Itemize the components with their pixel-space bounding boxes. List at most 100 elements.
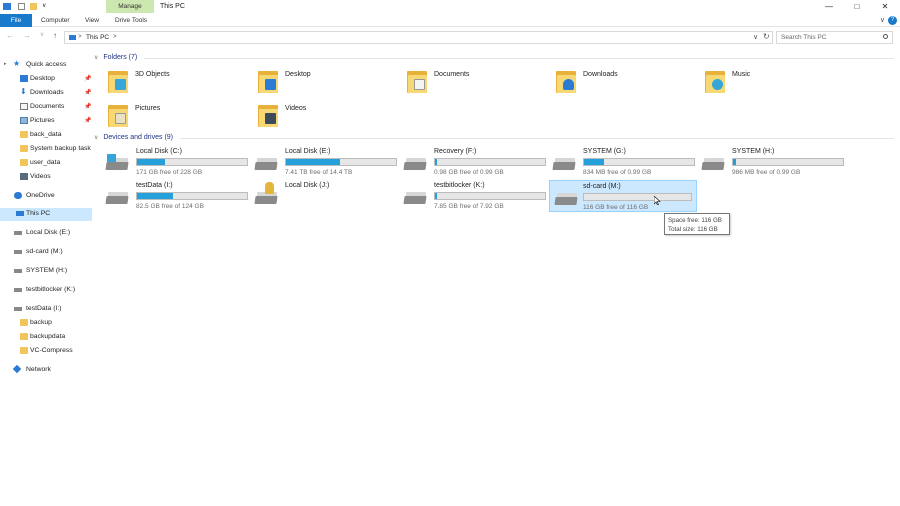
folder-desktop[interactable]: Desktop	[244, 66, 384, 96]
nav-downloads[interactable]: ⬇ Downloads 📌	[0, 87, 92, 100]
drive-name: Local Disk (E:)	[285, 148, 331, 155]
drive-testdata-i[interactable]: testData (I:) 82.5 GB free of 124 GB	[96, 180, 248, 212]
tab-drive-tools[interactable]: Drive Tools	[115, 14, 147, 27]
quick-access-dropdown-icon[interactable]: ∨	[42, 3, 49, 10]
breadcrumb-separator-icon[interactable]: >	[78, 34, 82, 40]
drive-icon	[14, 250, 22, 254]
nav-this-pc[interactable]: This PC	[0, 208, 92, 221]
drive-free-space: 834 MB free of 0.99 GB	[583, 169, 652, 176]
nav-user-data[interactable]: user_data	[0, 157, 92, 170]
nav-label: OneDrive	[26, 192, 55, 199]
expand-icon[interactable]: ▸	[4, 61, 7, 67]
recent-locations-icon[interactable]: ∨	[37, 31, 47, 38]
drive-system-g[interactable]: SYSTEM (G:) 834 MB free of 0.99 GB	[543, 146, 695, 178]
nav-label: Documents	[30, 103, 65, 110]
properties-icon[interactable]	[18, 3, 25, 10]
nav-label: Videos	[30, 173, 51, 180]
drive-local-disk-j[interactable]: Local Disk (J:)	[245, 180, 393, 212]
drive-icon	[552, 158, 576, 170]
breadcrumb-this-pc[interactable]: This PC	[86, 34, 109, 41]
nav-label: Downloads	[30, 89, 64, 96]
address-bar[interactable]: > This PC > ∨ ↻	[64, 31, 773, 44]
nav-label: VC-Compress	[30, 347, 73, 354]
help-icon[interactable]: ?	[888, 16, 897, 25]
tab-file[interactable]: File	[0, 14, 32, 27]
drive-icon	[14, 231, 22, 235]
nav-back-data[interactable]: back_data	[0, 129, 92, 142]
pin-icon[interactable]: 📌	[84, 117, 91, 124]
folder-label: Videos	[285, 105, 307, 112]
folder-3d-objects[interactable]: 3D Objects	[94, 66, 234, 96]
folder-icon	[20, 159, 28, 166]
navigation-bar: ← → ∨ ↑ > This PC > ∨ ↻ Search This PC	[0, 28, 900, 46]
drive-testbitlocker-k[interactable]: testbitlocker (K:) 7.85 GB free of 7.92 …	[394, 180, 546, 212]
nav-testbitlocker-k[interactable]: testbitlocker (K:)	[0, 284, 92, 297]
maximize-button[interactable]: □	[850, 1, 864, 13]
forward-icon[interactable]: →	[22, 31, 32, 40]
address-dropdown-icon[interactable]: ∨	[753, 33, 758, 41]
search-icon[interactable]	[883, 34, 888, 39]
collapse-icon[interactable]: ∨	[94, 55, 98, 61]
folder-music[interactable]: Music	[691, 66, 831, 96]
collapse-icon[interactable]: ∨	[94, 135, 98, 141]
drive-sd-card-m[interactable]: sd-card (M:) 116 GB free of 116 GB	[549, 180, 697, 212]
nav-label: backup	[30, 319, 52, 326]
navigation-pane: ▸ ★ Quick access Desktop 📌 ⬇ Downloads 📌…	[0, 54, 92, 506]
minimize-button[interactable]: —	[822, 1, 836, 13]
pin-icon[interactable]: 📌	[84, 103, 91, 110]
nav-label: Desktop	[30, 75, 55, 82]
folder-label: Documents	[434, 71, 470, 78]
desktop-icon	[20, 75, 28, 82]
nav-onedrive[interactable]: OneDrive	[0, 190, 92, 203]
nav-system-h[interactable]: SYSTEM (H:)	[0, 265, 92, 278]
drive-system-h[interactable]: SYSTEM (H:) 986 MB free of 0.99 GB	[692, 146, 844, 178]
breadcrumb-separator-icon[interactable]: >	[113, 34, 117, 40]
collapse-ribbon-icon[interactable]: ∨	[880, 16, 885, 24]
nav-vc-compress[interactable]: VC-Compress	[0, 345, 92, 358]
drive-local-disk-c[interactable]: Local Disk (C:) 171 GB free of 228 GB	[96, 146, 248, 178]
folder-pictures[interactable]: Pictures	[94, 100, 234, 130]
refresh-icon[interactable]: ↻	[763, 32, 770, 41]
group-divider	[180, 138, 894, 139]
nav-videos[interactable]: Videos	[0, 171, 92, 184]
search-input[interactable]: Search This PC	[776, 31, 893, 44]
nav-backup[interactable]: backup	[0, 317, 92, 330]
tab-view[interactable]: View	[85, 14, 99, 27]
downloads-icon	[556, 69, 576, 93]
nav-label: testbitlocker (K:)	[26, 286, 76, 293]
drive-usage-bar	[136, 192, 248, 200]
drives-group-header[interactable]: ∨ Devices and drives (9)	[94, 134, 894, 141]
close-button[interactable]: ✕	[878, 1, 892, 13]
drive-local-disk-e[interactable]: Local Disk (E:) 7.41 TB free of 14.4 TB	[245, 146, 397, 178]
folder-videos[interactable]: Videos	[244, 100, 384, 130]
up-icon[interactable]: ↑	[50, 31, 60, 40]
nav-documents[interactable]: Documents 📌	[0, 101, 92, 114]
drive-free-space: 0.98 GB free of 0.99 GB	[434, 169, 504, 176]
folder-downloads[interactable]: Downloads	[542, 66, 682, 96]
back-icon[interactable]: ←	[5, 31, 15, 40]
drive-recovery-f[interactable]: Recovery (F:) 0.98 GB free of 0.99 GB	[394, 146, 546, 178]
nav-testdata-i[interactable]: testData (I:)	[0, 303, 92, 316]
nav-local-disk-e[interactable]: Local Disk (E:)	[0, 227, 92, 240]
folders-group-header[interactable]: ∨ Folders (7)	[94, 54, 894, 61]
folder-icon	[20, 131, 28, 138]
nav-backupdata[interactable]: backupdata	[0, 331, 92, 344]
drive-icon	[105, 192, 129, 204]
nav-network[interactable]: Network	[0, 364, 92, 377]
search-placeholder: Search This PC	[781, 34, 827, 41]
nav-quick-access[interactable]: ▸ ★ Quick access	[0, 59, 92, 72]
folder-icon	[20, 347, 28, 354]
drive-usage-bar	[434, 192, 546, 200]
new-folder-icon[interactable]	[30, 3, 37, 10]
tab-computer[interactable]: Computer	[41, 14, 70, 27]
nav-pictures[interactable]: Pictures 📌	[0, 115, 92, 128]
nav-system-backup-task[interactable]: System backup task	[0, 143, 92, 156]
music-icon	[705, 69, 725, 93]
folder-documents[interactable]: Documents	[393, 66, 533, 96]
pin-icon[interactable]: 📌	[84, 89, 91, 96]
nav-desktop[interactable]: Desktop 📌	[0, 73, 92, 86]
nav-sd-card-m[interactable]: sd-card (M:)	[0, 246, 92, 259]
drive-name: Local Disk (J:)	[285, 182, 330, 189]
pin-icon[interactable]: 📌	[84, 75, 91, 82]
manage-tab[interactable]: Manage	[106, 0, 154, 13]
